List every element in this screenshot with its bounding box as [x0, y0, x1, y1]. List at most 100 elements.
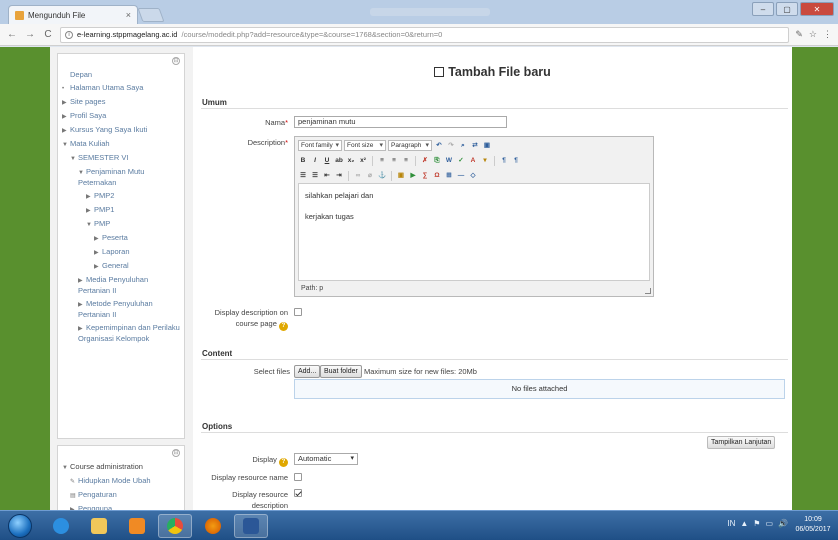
rtl-icon[interactable]: ¶	[511, 156, 521, 166]
action-center-icon[interactable]: ⚑	[753, 519, 760, 528]
spellcheck-icon[interactable]: ✓	[456, 156, 466, 166]
back-button[interactable]: ←	[6, 29, 18, 40]
font-size-select[interactable]: Font size	[344, 140, 386, 151]
html-icon[interactable]: ◇	[468, 171, 478, 181]
taskbar-clock[interactable]: 10:09 06/05/2017	[792, 515, 834, 535]
taskbar-explorer[interactable]	[82, 514, 116, 538]
italic-icon[interactable]: I	[310, 156, 320, 166]
language-indicator[interactable]: IN	[727, 519, 735, 528]
admin-tree-item[interactable]: ▤ Pengaturan	[62, 490, 182, 501]
numbered-list-icon[interactable]: ☰	[310, 171, 320, 181]
find-icon[interactable]: ⌕	[458, 141, 468, 151]
nav-tree-item[interactable]: ▼ PMP	[62, 219, 182, 230]
strikethrough-icon[interactable]: ab	[334, 156, 344, 166]
indent-icon[interactable]: ⇥	[334, 171, 344, 181]
browser-tab[interactable]: Mengunduh File ×	[8, 5, 138, 24]
start-button[interactable]	[8, 514, 32, 538]
admin-tree-item[interactable]: ✎ Hidupkan Mode Ubah	[62, 476, 182, 487]
paste-word-icon[interactable]: W	[444, 156, 454, 166]
display-description-checkbox[interactable]	[294, 308, 302, 316]
superscript-icon[interactable]: x²	[358, 156, 368, 166]
nav-tree-item[interactable]: ▶ General	[62, 261, 182, 272]
text-color-icon[interactable]: A	[468, 156, 478, 166]
help-icon[interactable]: ?	[279, 322, 288, 331]
outdent-icon[interactable]: ⇤	[322, 171, 332, 181]
close-window-button[interactable]: ✕	[800, 2, 834, 16]
reload-button[interactable]: C	[42, 29, 54, 40]
undo-icon[interactable]: ↶	[434, 141, 444, 151]
tab-close-icon[interactable]: ×	[126, 10, 131, 20]
equation-icon[interactable]: ∑	[420, 171, 430, 181]
bold-icon[interactable]: B	[298, 156, 308, 166]
nav-tree-item[interactable]: ▶ Laporan	[62, 247, 182, 258]
display-select[interactable]: Automatic ▾	[294, 453, 358, 465]
show-hidden-icons-icon[interactable]: ▲	[740, 519, 748, 528]
taskbar-ie[interactable]	[44, 514, 78, 538]
paragraph-select[interactable]: Paragraph	[388, 140, 432, 151]
nav-tree-item[interactable]: ▶ Site pages	[62, 97, 182, 108]
unlink-icon[interactable]: ⌀	[365, 171, 375, 181]
volume-icon[interactable]: 🔊	[778, 519, 788, 528]
nav-tree-item[interactable]: ▶ PMP2	[62, 191, 182, 202]
new-tab-button[interactable]	[137, 8, 165, 22]
image-icon[interactable]: ▣	[396, 171, 406, 181]
browser-menu-icon[interactable]: ⋮	[823, 29, 832, 40]
taskbar-word[interactable]	[234, 514, 268, 538]
section-general-legend[interactable]: Umum	[202, 98, 227, 107]
redo-icon[interactable]: ↷	[446, 141, 456, 151]
nav-tree-item[interactable]: ▶ Metode Penyuluhan Pertanian II	[62, 299, 182, 320]
resize-handle-icon[interactable]	[645, 288, 651, 294]
nav-tree-item[interactable]: ▼ SEMESTER VI	[62, 153, 182, 164]
collapse-admin-icon[interactable]: ⊟	[172, 449, 180, 457]
editor-content-area[interactable]: silahkan pelajari dan kerjakan tugas	[298, 183, 650, 281]
show-more-link[interactable]: Tampilkan Lanjutan	[707, 436, 776, 449]
maximize-button[interactable]: ▢	[776, 2, 798, 16]
nav-tree-item[interactable]: ▶ PMP1	[62, 205, 182, 216]
nav-tree-item[interactable]: ▶ Media Penyuluhan Pertanian II	[62, 275, 182, 296]
url-input[interactable]: i e-learning.stppmagelang.ac.id/course/m…	[60, 26, 790, 43]
section-options-legend[interactable]: Options	[202, 422, 232, 431]
admin-tree-item[interactable]: ▼ Course administration	[62, 462, 182, 473]
name-input[interactable]: penjaminan mutu	[294, 116, 507, 128]
ltr-icon[interactable]: ¶	[499, 156, 509, 166]
highlight-color-icon[interactable]: ▾	[480, 156, 490, 166]
nav-tree-item[interactable]: ▼ Mata Kuliah	[62, 139, 182, 150]
minimize-button[interactable]: –	[752, 2, 774, 16]
media-icon[interactable]: ▶	[408, 171, 418, 181]
network-icon[interactable]: ▭	[765, 519, 773, 528]
special-char-icon[interactable]: Ω	[432, 171, 442, 181]
anchor-icon[interactable]: ⚓	[377, 171, 387, 181]
align-right-icon[interactable]: ≡	[401, 156, 411, 166]
paste-text-icon[interactable]: ⎘	[432, 156, 442, 166]
file-drop-area[interactable]: No files attached	[294, 379, 785, 399]
font-family-select[interactable]: Font family	[298, 140, 342, 151]
info-icon[interactable]: i	[65, 30, 73, 39]
create-folder-button[interactable]: Buat folder	[320, 365, 362, 378]
fullscreen-icon[interactable]: ▣	[482, 141, 492, 151]
clear-format-icon[interactable]: ✗	[420, 156, 430, 166]
align-left-icon[interactable]: ≡	[377, 156, 387, 166]
taskbar-media[interactable]	[120, 514, 154, 538]
forward-button[interactable]: →	[24, 29, 36, 40]
help-icon[interactable]: ?	[279, 458, 288, 467]
bullet-list-icon[interactable]: ☰	[298, 171, 308, 181]
nav-tree-item[interactable]: ▶ Peserta	[62, 233, 182, 244]
horizontal-rule-icon[interactable]: —	[456, 171, 466, 181]
display-resource-description-checkbox[interactable]	[294, 489, 302, 497]
taskbar-chrome[interactable]	[158, 514, 192, 538]
nav-tree-item[interactable]: ▼ Penjaminan Mutu Peternakan	[62, 167, 182, 188]
add-file-button[interactable]: Add...	[294, 365, 321, 378]
underline-icon[interactable]: U	[322, 156, 332, 166]
section-content-legend[interactable]: Content	[202, 349, 232, 358]
bookmark-star-icon[interactable]: ☆	[809, 29, 817, 40]
nav-tree-item[interactable]: ▶ Profil Saya	[62, 111, 182, 122]
nav-tree-item[interactable]: Depan	[62, 70, 182, 80]
extension-icon[interactable]: ✎	[795, 29, 803, 40]
link-icon[interactable]: ∞	[353, 171, 363, 181]
table-icon[interactable]: ⊞	[444, 171, 454, 181]
subscript-icon[interactable]: x₂	[346, 156, 356, 166]
display-resource-name-checkbox[interactable]	[294, 473, 302, 481]
align-center-icon[interactable]: ≡	[389, 156, 399, 166]
nav-tree-item[interactable]: ▶ Kursus Yang Saya Ikuti	[62, 125, 182, 136]
replace-icon[interactable]: ⇄	[470, 141, 480, 151]
